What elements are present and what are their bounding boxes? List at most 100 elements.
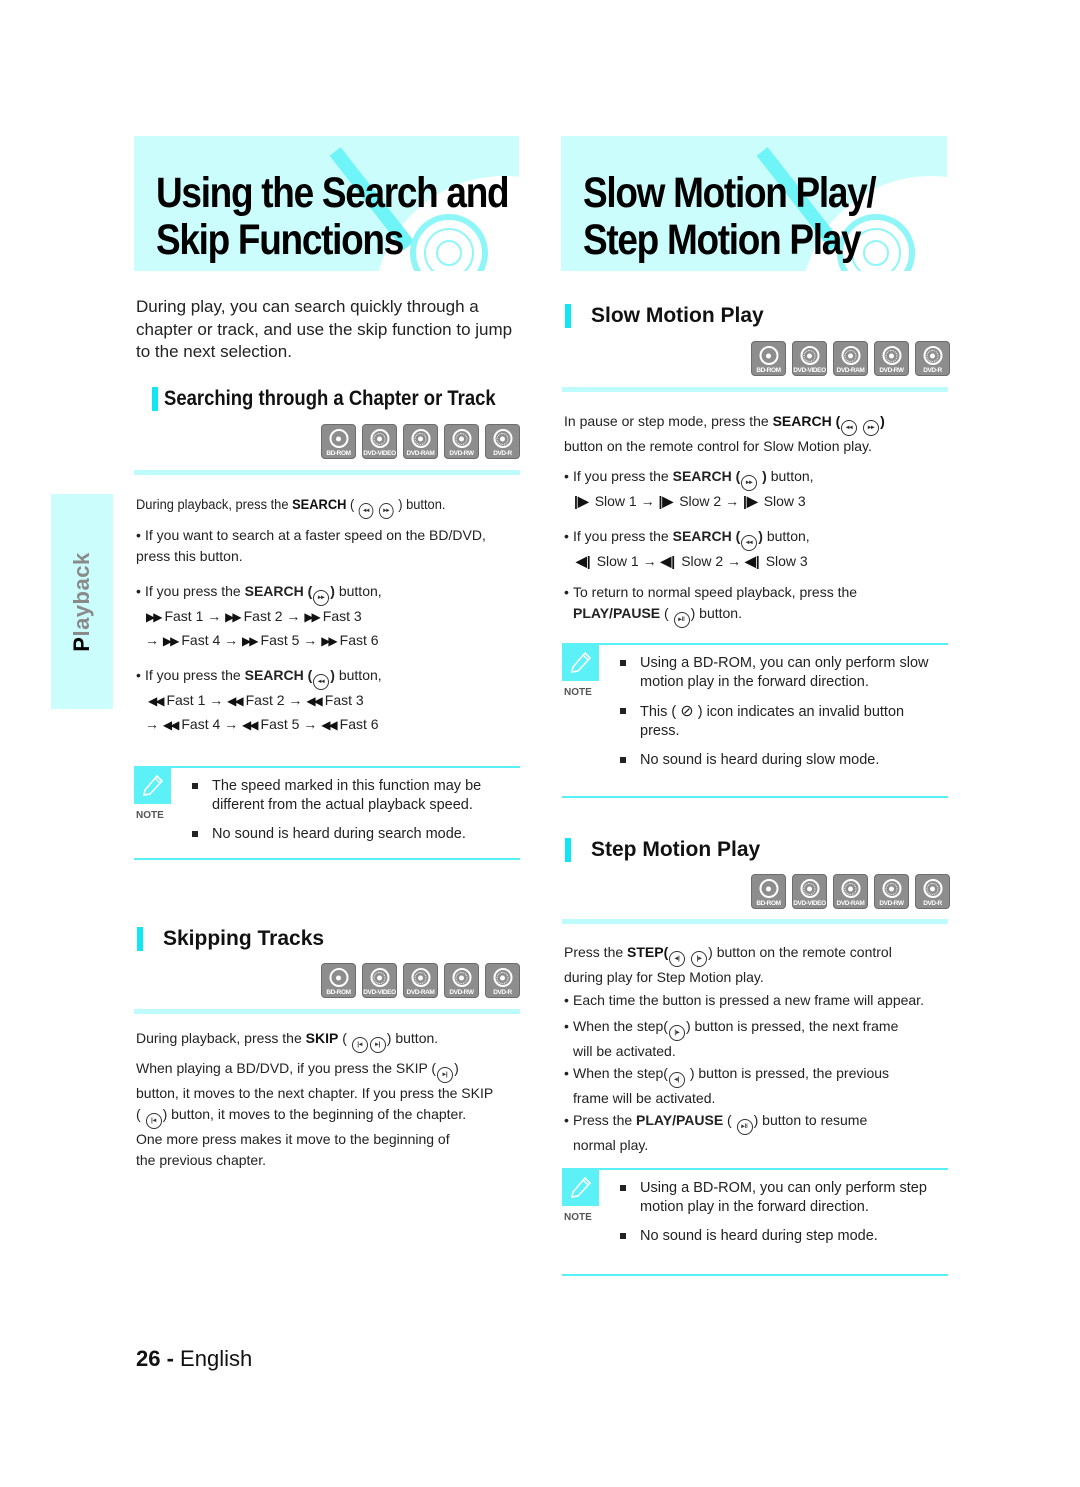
skip-back-button-icon: |◂ xyxy=(145,1113,162,1129)
rewind-icon: ◀◀ xyxy=(242,718,259,732)
slow-reverse-icon: ◀| xyxy=(745,553,760,569)
section-divider xyxy=(134,470,520,475)
disc-compatibility-icons: BD-ROM DVD-VIDEO DVD-RAM DVD-RW DVD-R xyxy=(321,424,520,459)
fast-forward-icon: ▶▶ xyxy=(321,634,338,648)
dvd-r-icon: DVD-R xyxy=(915,874,950,909)
bd-rom-icon: BD-ROM xyxy=(321,424,356,459)
slow-forward-icon: |▶ xyxy=(574,493,589,509)
dvd-r-icon: DVD-R xyxy=(485,424,520,459)
note-search: NOTE The speed marked in this function m… xyxy=(134,766,520,860)
step-bullet-previous-frame: • When the step(◂| ) button is pressed, t… xyxy=(564,1065,890,1106)
page-footer: 26 - English xyxy=(136,1346,253,1371)
note-item: Using a BD-ROM, you can only perform slo… xyxy=(620,654,930,692)
note-item: No sound is heard during step mode. xyxy=(620,1227,930,1246)
dvd-rw-icon: DVD-RW xyxy=(444,963,479,998)
language-label: English xyxy=(180,1346,253,1371)
left-title-banner: Using the Search and Skip Functions xyxy=(134,136,519,271)
skip-back-button-icon: |◂ xyxy=(351,1037,368,1053)
note-list: The speed marked in this function may be… xyxy=(192,777,502,854)
search-bullet-faster: • If you want to search at a faster speed… xyxy=(136,527,486,564)
fast-forward-icon: ▶▶ xyxy=(304,610,321,624)
fast-forward-icon: ▶▶ xyxy=(146,610,163,624)
dvd-video-icon: DVD-VIDEO xyxy=(792,341,827,376)
fast-forward-icon: ▶▶ xyxy=(242,634,259,648)
slow-instruction: In pause or step mode, press the SEARCH … xyxy=(564,413,885,454)
step-bullet-new-frame: • Each time the button is pressed a new f… xyxy=(564,992,924,1008)
step-bullet-next-frame: • When the step(|▸) button is pressed, th… xyxy=(564,1018,899,1059)
dvd-rw-icon: DVD-RW xyxy=(444,424,479,459)
slow-reverse-intro: • If you press the SEARCH (◂◂) button, xyxy=(564,526,810,551)
slow-reverse-sequence: ◀| Slow 1 → ◀| Slow 2 → ◀| Slow 3 xyxy=(576,553,808,569)
slow-reverse-icon: ◀| xyxy=(660,553,676,569)
note-item: Using a BD-ROM, you can only perform ste… xyxy=(620,1179,930,1217)
side-tab-label: Playback xyxy=(69,551,94,652)
search-back-button-icon: ◂◂ xyxy=(841,420,858,436)
skip-forward-button-icon: ▸| xyxy=(369,1037,386,1053)
fast-forward-icon: ▶▶ xyxy=(162,634,180,648)
step-bullet-resume: • Press the PLAY/PAUSE ( ▸‖) button to re… xyxy=(564,1112,868,1153)
dvd-ram-icon: DVD-RAM xyxy=(403,424,438,459)
skip-paragraph: When playing a BD/DVD, if you press the … xyxy=(136,1060,494,1168)
search-back-button-icon: ◂◂ xyxy=(358,503,374,519)
section-heading-skip: Skipping Tracks xyxy=(137,927,324,951)
section-divider xyxy=(562,919,948,924)
dvd-ram-icon: DVD-RAM xyxy=(833,874,868,909)
chapter-side-tab: Playback xyxy=(51,494,113,709)
pencil-note-icon xyxy=(562,1168,599,1206)
page-title-left: Using the Search and Skip Functions xyxy=(156,169,510,264)
pencil-note-icon xyxy=(134,766,171,804)
page-title-right: Slow Motion Play/ Step Motion Play xyxy=(583,169,877,264)
dvd-video-icon: DVD-VIDEO xyxy=(362,424,397,459)
reverse-speed-sequence-row2: → ◀◀ Fast 4 → ◀◀ Fast 5 → ◀◀ Fast 6 xyxy=(145,716,379,732)
search-instruction: During playback, press the SEARCH ( ◂◂ ▸… xyxy=(136,494,445,519)
section-divider xyxy=(134,1009,520,1014)
dvd-rw-icon: DVD-RW xyxy=(874,341,909,376)
bd-rom-icon: BD-ROM xyxy=(321,963,356,998)
play-pause-button-icon: ▸‖ xyxy=(736,1119,753,1135)
note-slow: NOTE Using a BD-ROM, you can only perfor… xyxy=(562,643,948,799)
dvd-r-icon: DVD-R xyxy=(915,341,950,376)
search-forward-intro: • If you press the SEARCH (▸▸) button, xyxy=(136,581,382,606)
section-heading-step: Step Motion Play xyxy=(565,838,760,862)
note-item: No sound is heard during slow mode. xyxy=(620,751,930,770)
bd-rom-icon: BD-ROM xyxy=(751,341,786,376)
bd-rom-icon: BD-ROM xyxy=(751,874,786,909)
dvd-video-icon: DVD-VIDEO xyxy=(362,963,397,998)
slow-forward-icon: |▶ xyxy=(743,493,758,509)
section-divider xyxy=(562,387,948,392)
note-item: No sound is heard during search mode. xyxy=(192,825,502,844)
step-back-button-icon: ◂| xyxy=(669,951,686,967)
reverse-speed-sequence-row1: ◀◀ Fast 1 → ◀◀ Fast 2 → ◀◀ Fast 3 xyxy=(148,692,364,708)
rewind-icon: ◀◀ xyxy=(148,694,165,708)
dvd-rw-icon: DVD-RW xyxy=(874,874,909,909)
rewind-icon: ◀◀ xyxy=(306,694,323,708)
play-pause-button-icon: ▸‖ xyxy=(673,612,690,628)
note-item: This ( ⊘ ) icon indicates an invalid but… xyxy=(620,702,930,741)
invalid-icon: ⊘ xyxy=(680,703,694,720)
rewind-icon: ◀◀ xyxy=(227,694,244,708)
search-forward-button-icon: ▸▸ xyxy=(863,420,880,436)
note-step: NOTE Using a BD-ROM, you can only perfor… xyxy=(562,1168,948,1278)
dvd-video-icon: DVD-VIDEO xyxy=(792,874,827,909)
fast-forward-icon: ▶▶ xyxy=(225,610,242,624)
dvd-ram-icon: DVD-RAM xyxy=(403,963,438,998)
dvd-ram-icon: DVD-RAM xyxy=(833,341,868,376)
section-heading-search: Searching through a Chapter or Track xyxy=(152,387,541,411)
note-list: Using a BD-ROM, you can only perform slo… xyxy=(620,654,930,780)
slow-forward-sequence: |▶ Slow 1 → |▶ Slow 2 → |▶ Slow 3 xyxy=(574,493,806,509)
pencil-note-icon xyxy=(562,643,599,681)
disc-compatibility-icons: BD-ROM DVD-VIDEO DVD-RAM DVD-RW DVD-R xyxy=(321,963,520,998)
search-forward-button-icon: ▸▸ xyxy=(378,503,394,519)
page-number: 26 xyxy=(136,1346,161,1371)
rewind-icon: ◀◀ xyxy=(162,718,180,732)
forward-speed-sequence-row1: ▶▶ Fast 1 → ▶▶ Fast 2 → ▶▶ Fast 3 xyxy=(146,608,362,624)
skip-instruction: During playback, press the SKIP ( |◂ ▸|) … xyxy=(136,1028,438,1053)
search-reverse-intro: • If you press the SEARCH (◂◂) button, xyxy=(136,665,382,690)
note-list: Using a BD-ROM, you can only perform ste… xyxy=(620,1179,930,1256)
slow-reverse-icon: ◀| xyxy=(576,553,591,569)
step-forward-button-icon: |▸ xyxy=(668,1025,685,1041)
right-title-banner: Slow Motion Play/ Step Motion Play xyxy=(561,136,947,271)
dvd-r-icon: DVD-R xyxy=(485,963,520,998)
step-forward-button-icon: |▸ xyxy=(691,951,708,967)
section-heading-slow: Slow Motion Play xyxy=(565,304,764,328)
